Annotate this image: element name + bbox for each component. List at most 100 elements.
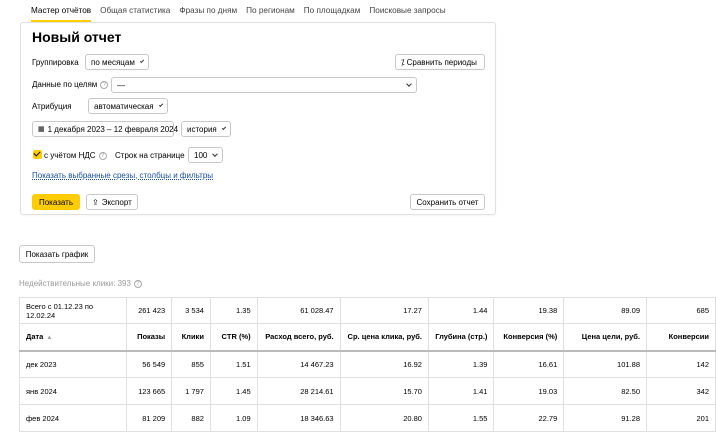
history-value: история: [187, 124, 217, 134]
vat-checkbox[interactable]: [33, 150, 42, 159]
table-cell: фев 2024: [19, 404, 127, 432]
table-cell: 28 214.61: [256, 377, 341, 405]
table-cell: 261 423: [125, 297, 173, 324]
chevron-down-icon: [212, 150, 218, 157]
column-header-conversions[interactable]: Конверсии: [646, 323, 716, 352]
table-cell: 17.27: [339, 297, 429, 324]
attribution-label: Атрибуция: [32, 102, 72, 111]
column-header-date[interactable]: Дата ▲: [19, 323, 127, 352]
table-header-row: Дата ▲ Показы Клики CTR (%) Расход всего,…: [19, 323, 716, 352]
date-range-picker[interactable]: ▦ 1 декабря 2023 – 12 февраля 2024: [32, 121, 178, 137]
help-icon[interactable]: ?: [100, 80, 109, 89]
page-title: Новый отчет: [32, 29, 122, 45]
table-cell: 1.39: [427, 350, 495, 378]
table-cell: 91.28: [563, 404, 647, 432]
table-cell: 61 028.47: [256, 297, 341, 324]
sort-up-icon: ▲: [46, 335, 53, 342]
table-cell: 1.51: [209, 350, 258, 378]
column-header-label: Дата: [26, 332, 44, 342]
export-icon: ⇪: [92, 197, 99, 207]
show-button[interactable]: Показать: [32, 194, 80, 210]
attribution-value: автоматическая: [94, 101, 154, 111]
tab-phrases-by-day[interactable]: Фразы по дням: [179, 0, 237, 22]
attribution-select[interactable]: автоматическая: [88, 98, 168, 114]
grouping-value: по месяцам: [91, 57, 135, 67]
vat-label-wrap: с учётом НДС?: [44, 151, 107, 160]
export-button[interactable]: ⇪ Экспорт: [86, 194, 138, 210]
tab-report-master[interactable]: Мастер отчётов: [31, 0, 92, 22]
table-cell: 123 665: [125, 377, 173, 405]
table-cell: 1.09: [209, 404, 258, 432]
table-row: янв 2024 123 665 1 797 1.45 28 214.61 15…: [19, 377, 716, 405]
table-cell: 20.80: [339, 404, 429, 432]
compare-icon: ⁒: [401, 57, 405, 67]
table-cell: дек 2023: [19, 350, 127, 378]
table-cell: 15.70: [339, 377, 429, 405]
tab-general-stats[interactable]: Общая статистика: [100, 0, 170, 22]
compare-periods-label: Сравнить периоды: [406, 57, 477, 67]
chevron-down-icon: [158, 102, 164, 107]
column-header-ctr[interactable]: CTR (%): [209, 323, 258, 352]
table-cell: 101.88: [563, 350, 647, 378]
chevron-down-icon: [221, 125, 227, 130]
export-label: Экспорт: [101, 197, 132, 207]
table-cell: янв 2024: [19, 377, 127, 405]
table-cell: 19.38: [493, 297, 565, 324]
table-cell: 1.35: [209, 297, 258, 324]
table-row: фев 2024 81 209 882 1.09 18 346.63 20.80…: [19, 404, 716, 432]
date-range-value: 1 декабря 2023 – 12 февраля 2024: [47, 124, 179, 134]
goals-label-wrap: Данные по целям?: [32, 80, 109, 89]
goals-select[interactable]: —: [111, 77, 417, 93]
help-icon[interactable]: ?: [133, 279, 142, 288]
column-header-spend[interactable]: Расход всего, руб.: [256, 323, 341, 352]
history-select[interactable]: история: [181, 121, 231, 137]
table-cell: 201: [646, 404, 716, 432]
tab-search-queries[interactable]: Поисковые запросы: [369, 0, 445, 22]
calendar-icon: ▦: [38, 126, 45, 133]
table-cell: 19.03: [493, 377, 565, 405]
show-filters-link[interactable]: Показать выбранные срезы, столбцы и филь…: [32, 171, 213, 180]
table-cell: 685: [646, 297, 716, 324]
table-cell: 82.50: [563, 377, 647, 405]
report-settings-panel: Новый отчет Группировка по месяцам ⁒ Сра…: [20, 22, 496, 215]
column-header-conversion-rate[interactable]: Конверсия (%): [493, 323, 565, 352]
table-cell: 16.61: [493, 350, 565, 378]
table-cell: 1 797: [171, 377, 211, 405]
help-icon[interactable]: ?: [98, 151, 107, 160]
grouping-label: Группировка: [32, 58, 79, 67]
total-label: Всего с 01.12.23 по 12.02.24: [19, 297, 127, 324]
save-report-button[interactable]: Сохранить отчет: [410, 194, 485, 210]
rows-per-page-select[interactable]: 100: [188, 147, 223, 163]
table-cell: 3 534: [171, 297, 211, 324]
table-cell: 81 209: [125, 404, 173, 432]
rows-per-page-value: 100: [194, 150, 208, 160]
column-header-depth[interactable]: Глубина (стр.): [427, 323, 495, 352]
column-header-clicks[interactable]: Клики: [171, 323, 211, 352]
vat-label: с учётом НДС: [44, 151, 96, 160]
chevron-down-icon: [139, 58, 145, 63]
table-cell: 1.44: [427, 297, 495, 324]
table-cell: 14 467.23: [256, 350, 341, 378]
table-cell: 142: [646, 350, 716, 378]
table-cell: 1.55: [427, 404, 495, 432]
tab-by-region[interactable]: По регионам: [246, 0, 295, 22]
table-cell: 89.09: [563, 297, 647, 324]
column-header-cost-per-goal[interactable]: Цена цели, руб.: [563, 323, 647, 352]
goals-value: —: [117, 80, 125, 90]
report-tabs: Мастер отчётов Общая статистика Фразы по…: [31, 0, 455, 24]
invalid-clicks-wrap: Недействительные клики: 393?: [19, 279, 142, 288]
invalid-clicks-text: Недействительные клики: 393: [19, 279, 131, 288]
column-header-impressions[interactable]: Показы: [125, 323, 173, 352]
table-cell: 342: [646, 377, 716, 405]
compare-periods-button[interactable]: ⁒ Сравнить периоды: [395, 54, 485, 70]
table-cell: 22.79: [493, 404, 565, 432]
column-header-avg-cpc[interactable]: Ср. цена клика, руб.: [339, 323, 429, 352]
grouping-select[interactable]: по месяцам: [85, 54, 149, 70]
table-cell: 882: [171, 404, 211, 432]
rows-per-page-label: Строк на странице: [115, 151, 185, 160]
show-chart-button[interactable]: Показать график: [19, 245, 95, 263]
chevron-down-icon: [406, 80, 412, 87]
tab-by-placement[interactable]: По площадкам: [304, 0, 361, 22]
stats-table: Всего с 01.12.23 по 12.02.24 261 423 3 5…: [19, 297, 716, 432]
goals-label: Данные по целям: [32, 80, 98, 89]
